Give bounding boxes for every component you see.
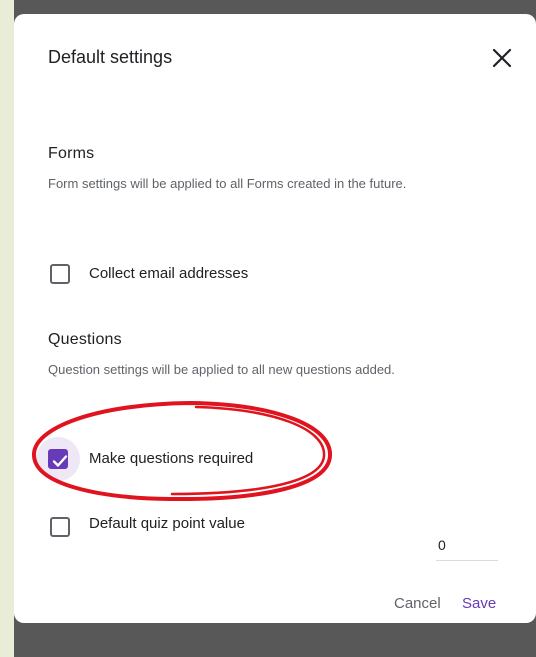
- default-points-checkbox[interactable]: [50, 517, 70, 537]
- collect-email-label[interactable]: Collect email addresses: [89, 265, 248, 282]
- close-icon: [492, 48, 512, 68]
- make-required-label[interactable]: Make questions required: [89, 450, 253, 467]
- default-points-label[interactable]: Default quiz point value: [89, 515, 245, 532]
- collect-email-checkbox[interactable]: [50, 264, 70, 284]
- forms-description: Form settings will be applied to all For…: [48, 176, 407, 191]
- side-strip: [0, 0, 14, 657]
- checkmark-icon: [52, 455, 68, 467]
- cancel-button[interactable]: Cancel: [394, 595, 441, 612]
- dialog-title: Default settings: [48, 47, 173, 67]
- make-required-checkbox[interactable]: [48, 449, 68, 469]
- questions-heading: Questions: [48, 331, 122, 348]
- save-button[interactable]: Save: [462, 595, 496, 612]
- default-settings-dialog: Default settings Forms Form settings wil…: [14, 14, 536, 623]
- questions-description: Question settings will be applied to all…: [48, 362, 395, 377]
- forms-heading: Forms: [48, 145, 95, 162]
- close-button[interactable]: [484, 40, 520, 76]
- point-value-input[interactable]: [436, 530, 498, 561]
